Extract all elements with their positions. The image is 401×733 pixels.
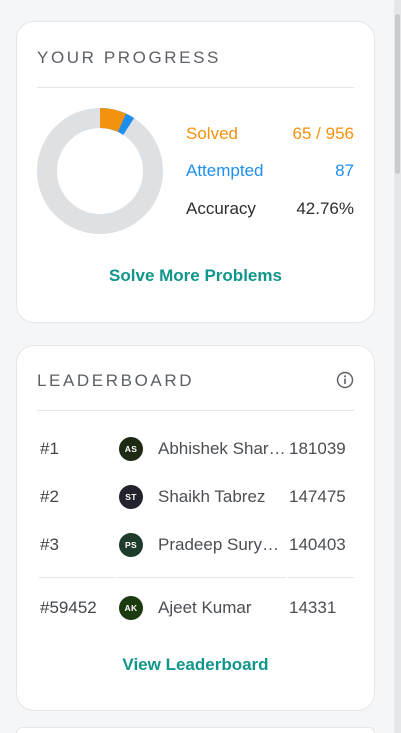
rank: #3 bbox=[40, 535, 59, 554]
avatar: AK bbox=[119, 596, 143, 620]
avatar: PS bbox=[119, 533, 143, 557]
accuracy-label: Accuracy bbox=[186, 199, 256, 218]
solved-value: 65 / 956 bbox=[292, 124, 354, 143]
accuracy-value: 42.76% bbox=[296, 199, 354, 218]
current-user-row[interactable]: #59452 AK Ajeet Kumar 14331 bbox=[17, 593, 376, 623]
rank: #1 bbox=[40, 439, 59, 458]
score: 140403 bbox=[289, 535, 346, 554]
scrollbar-thumb[interactable] bbox=[395, 14, 400, 174]
progress-card: YOUR PROGRESS Solved 65 / 956 Attempted … bbox=[16, 21, 375, 323]
progress-title: YOUR PROGRESS bbox=[37, 48, 221, 67]
avatar: ST bbox=[119, 485, 143, 509]
user-name: Shaikh Tabrez bbox=[158, 487, 266, 506]
scrollbar-track[interactable] bbox=[394, 0, 401, 733]
score: 14331 bbox=[289, 598, 337, 617]
leaderboard-card: LEADERBOARD #1 AS Abhishek Shar… 181039 … bbox=[16, 345, 375, 711]
row-divider bbox=[117, 577, 286, 578]
user-name: Pradeep Sury… bbox=[158, 535, 279, 554]
leaderboard-title: LEADERBOARD bbox=[37, 371, 195, 390]
row-divider bbox=[288, 577, 354, 578]
attempted-value: 87 bbox=[335, 161, 354, 180]
leaderboard-divider bbox=[37, 410, 354, 411]
info-circle-icon[interactable] bbox=[336, 371, 354, 389]
user-name: Ajeet Kumar bbox=[158, 598, 252, 617]
leaderboard-row[interactable]: #3 PS Pradeep Sury… 140403 bbox=[17, 530, 376, 560]
score: 181039 bbox=[289, 439, 346, 458]
leaderboard-row[interactable]: #1 AS Abhishek Shar… 181039 bbox=[17, 434, 376, 464]
score: 147475 bbox=[289, 487, 346, 506]
view-leaderboard-link[interactable]: View Leaderboard bbox=[17, 655, 374, 675]
next-card-edge bbox=[16, 727, 375, 733]
progress-divider bbox=[37, 87, 354, 88]
rank: #59452 bbox=[40, 598, 97, 617]
solve-more-problems-link[interactable]: Solve More Problems bbox=[17, 266, 374, 286]
progress-donut-chart bbox=[37, 108, 163, 234]
leaderboard-row[interactable]: #2 ST Shaikh Tabrez 147475 bbox=[17, 482, 376, 512]
avatar: AS bbox=[119, 437, 143, 461]
solved-label: Solved bbox=[186, 124, 238, 143]
rank: #2 bbox=[40, 487, 59, 506]
donut-remaining bbox=[37, 108, 163, 234]
attempted-label: Attempted bbox=[186, 161, 264, 180]
row-divider bbox=[39, 577, 115, 578]
user-name: Abhishek Shar… bbox=[158, 439, 286, 458]
